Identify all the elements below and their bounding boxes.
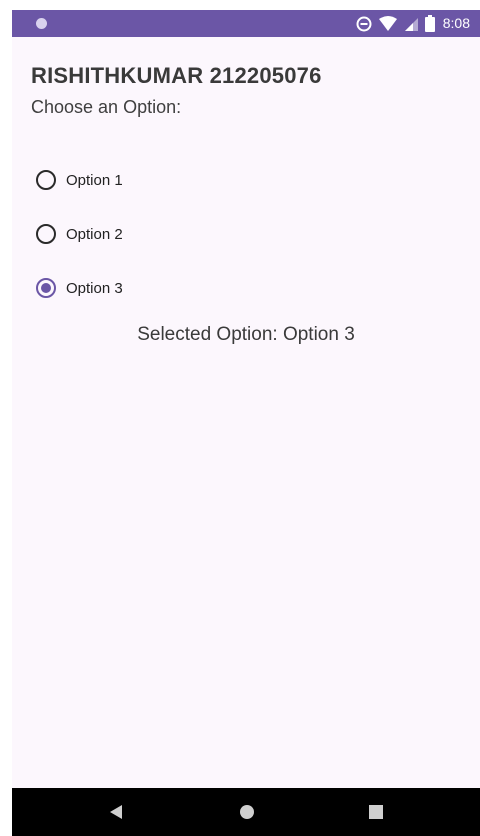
radio-button-unchecked-icon[interactable] [36, 170, 56, 190]
notification-dot-icon [36, 18, 47, 29]
prompt-label: Choose an Option: [31, 97, 182, 117]
radio-option-2[interactable]: Option 2 [36, 207, 123, 261]
battery-icon [424, 15, 435, 32]
radio-option-1[interactable]: Option 1 [36, 153, 123, 207]
home-icon [240, 805, 254, 819]
recents-button[interactable] [352, 788, 400, 836]
do-not-disturb-icon [356, 16, 372, 32]
back-button[interactable] [92, 788, 140, 836]
navigation-bar [12, 788, 480, 836]
radio-option-3[interactable]: Option 3 [36, 261, 123, 315]
device-screen: 8:08 RISHITHKUMAR 212205076 Choose an Op… [12, 10, 480, 836]
radio-group: Option 1 Option 2 Option 3 [36, 153, 123, 315]
page-title: RISHITHKUMAR 212205076 [31, 63, 322, 88]
selected-option-text: Selected Option: Option 3 [137, 324, 355, 345]
status-bar: 8:08 [12, 10, 480, 37]
status-time: 8:08 [442, 15, 470, 31]
radio-button-unchecked-icon[interactable] [36, 224, 56, 244]
wifi-icon [378, 15, 398, 32]
cell-signal-icon [404, 16, 419, 32]
radio-option-label: Option 1 [66, 171, 123, 189]
home-button[interactable] [223, 788, 271, 836]
back-icon [110, 805, 122, 819]
radio-option-label: Option 2 [66, 225, 123, 243]
radio-option-label: Option 3 [66, 279, 123, 297]
recents-icon [369, 805, 383, 819]
radio-button-checked-icon[interactable] [36, 278, 56, 298]
status-icons: 8:08 [356, 10, 470, 37]
